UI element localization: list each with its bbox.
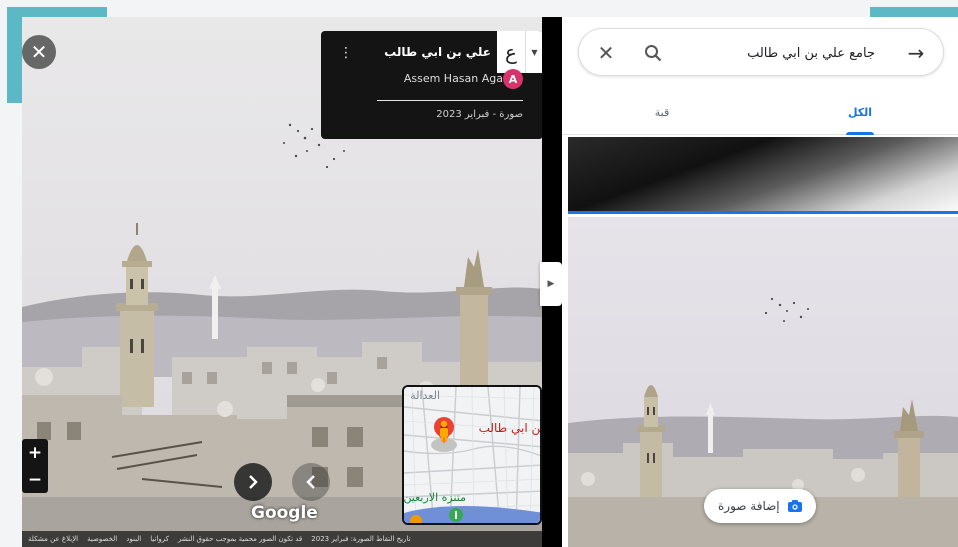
- caret-down-icon[interactable]: ▼: [526, 31, 542, 73]
- photo-thumbnail-strip[interactable]: [568, 137, 958, 214]
- chevron-right-small-icon: ▶: [547, 279, 555, 289]
- card-divider: [377, 100, 523, 101]
- frame-accent-left: [7, 7, 22, 103]
- zoom-in-button[interactable]: +: [22, 439, 48, 466]
- chevron-left-icon: [306, 475, 315, 489]
- arrow-back-icon: →: [907, 41, 925, 65]
- close-icon: ✕: [30, 40, 48, 64]
- direction-control[interactable]: ع ▼: [497, 31, 542, 73]
- close-icon: ✕: [597, 41, 615, 65]
- author-avatar[interactable]: A: [503, 69, 523, 89]
- close-street-view-button[interactable]: ✕: [22, 35, 56, 69]
- place-name[interactable]: علي بن ابي طالب: [384, 45, 491, 59]
- zoom-out-button[interactable]: −: [22, 466, 48, 493]
- collapse-panel-button[interactable]: ▶: [540, 262, 562, 306]
- tab-all[interactable]: الكل: [830, 89, 890, 135]
- search-icon: [645, 45, 662, 62]
- region-link[interactable]: كرواتيا: [150, 535, 169, 543]
- next-photo-button[interactable]: [234, 463, 272, 501]
- mini-map-label-top: العدالة: [410, 389, 440, 402]
- previous-photo-button[interactable]: [292, 463, 330, 501]
- report-problem-link[interactable]: الإبلاغ عن مشكلة: [28, 535, 78, 543]
- tab-dome[interactable]: قبة: [632, 89, 692, 135]
- direction-glyph[interactable]: ع: [497, 31, 525, 73]
- frame-accent-top-left: [7, 7, 107, 17]
- capture-date: تاريخ التقاط الصورة: فبراير 2023: [311, 535, 411, 543]
- mini-map-streets: [404, 387, 540, 523]
- add-photo-label: إضافة صورة: [718, 499, 780, 513]
- street-view[interactable]: ✕ ع ▼ ⋮ علي بن ابي طالب A Assem Hasan Ag…: [22, 17, 542, 547]
- photo-tabs: الكل قبة: [562, 89, 958, 135]
- street-view-info-card: ع ▼ ⋮ علي بن ابي طالب A Assem Hasan Aga …: [321, 31, 542, 139]
- zoom-control: + −: [22, 439, 48, 493]
- copyright-notice: قد تكون الصور محمية بموجب حقوق النشر: [177, 535, 303, 543]
- google-logo: Google: [251, 503, 318, 523]
- chevron-right-icon: [249, 475, 258, 489]
- mini-map[interactable]: العدالة بن ابي طالب متنزه الاربعين: [402, 385, 542, 525]
- mini-map-label-place: بن ابي طالب: [478, 421, 542, 435]
- photo-date: صورة - فبراير 2023: [436, 109, 523, 120]
- terms-link[interactable]: البنود: [126, 535, 141, 543]
- search-button[interactable]: [639, 29, 667, 77]
- legal-footer: تاريخ التقاط الصورة: فبراير 2023 قد تكون…: [22, 531, 542, 547]
- clear-search-button[interactable]: ✕: [591, 29, 621, 77]
- plus-icon: +: [27, 442, 43, 463]
- back-button[interactable]: →: [901, 29, 931, 77]
- author-name[interactable]: Assem Hasan Aga: [404, 72, 503, 85]
- mini-map-label-bottom: متنزه الاربعين: [403, 491, 466, 504]
- minus-icon: −: [27, 469, 43, 490]
- more-vert-icon[interactable]: ⋮: [339, 45, 353, 61]
- maps-side-panel: ✕ جامع علي بن ابي طالب → الكل قبة إضافة …: [562, 17, 958, 547]
- screenshot-root: ✕ ع ▼ ⋮ علي بن ابي طالب A Assem Hasan Ag…: [0, 0, 958, 547]
- search-input[interactable]: جامع علي بن ابي طالب: [747, 29, 875, 77]
- add-photo-button[interactable]: إضافة صورة: [704, 489, 816, 523]
- privacy-link[interactable]: الخصوصية: [87, 535, 117, 543]
- search-box[interactable]: ✕ جامع علي بن ابي طالب →: [578, 28, 944, 76]
- camera-icon: [787, 500, 802, 512]
